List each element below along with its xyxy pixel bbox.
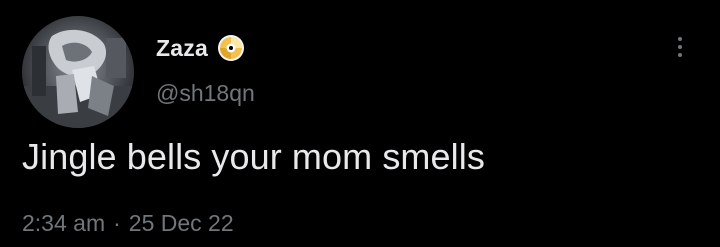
separator-dot: · (113, 209, 121, 236)
more-vertical-icon (678, 45, 682, 49)
avatar-image (22, 16, 134, 128)
tweet-card: Zaza @sh18qn Jingle bells your mom smell… (0, 0, 720, 247)
name-row: Zaza (156, 30, 246, 66)
avatar[interactable] (22, 16, 134, 128)
display-name[interactable]: Zaza (156, 35, 208, 62)
tweet-timestamp[interactable]: 2:34 am · 25 Dec 22 (22, 208, 234, 238)
user-handle[interactable]: @sh18qn (156, 80, 255, 107)
cd-disc-icon (216, 33, 246, 63)
more-vertical-icon (678, 53, 682, 57)
more-options-button[interactable] (668, 32, 692, 62)
tweet-time: 2:34 am (22, 209, 106, 236)
tweet-date: 25 Dec 22 (128, 209, 234, 236)
tweet-text: Jingle bells your mom smells (22, 136, 485, 177)
more-vertical-icon (678, 37, 682, 41)
